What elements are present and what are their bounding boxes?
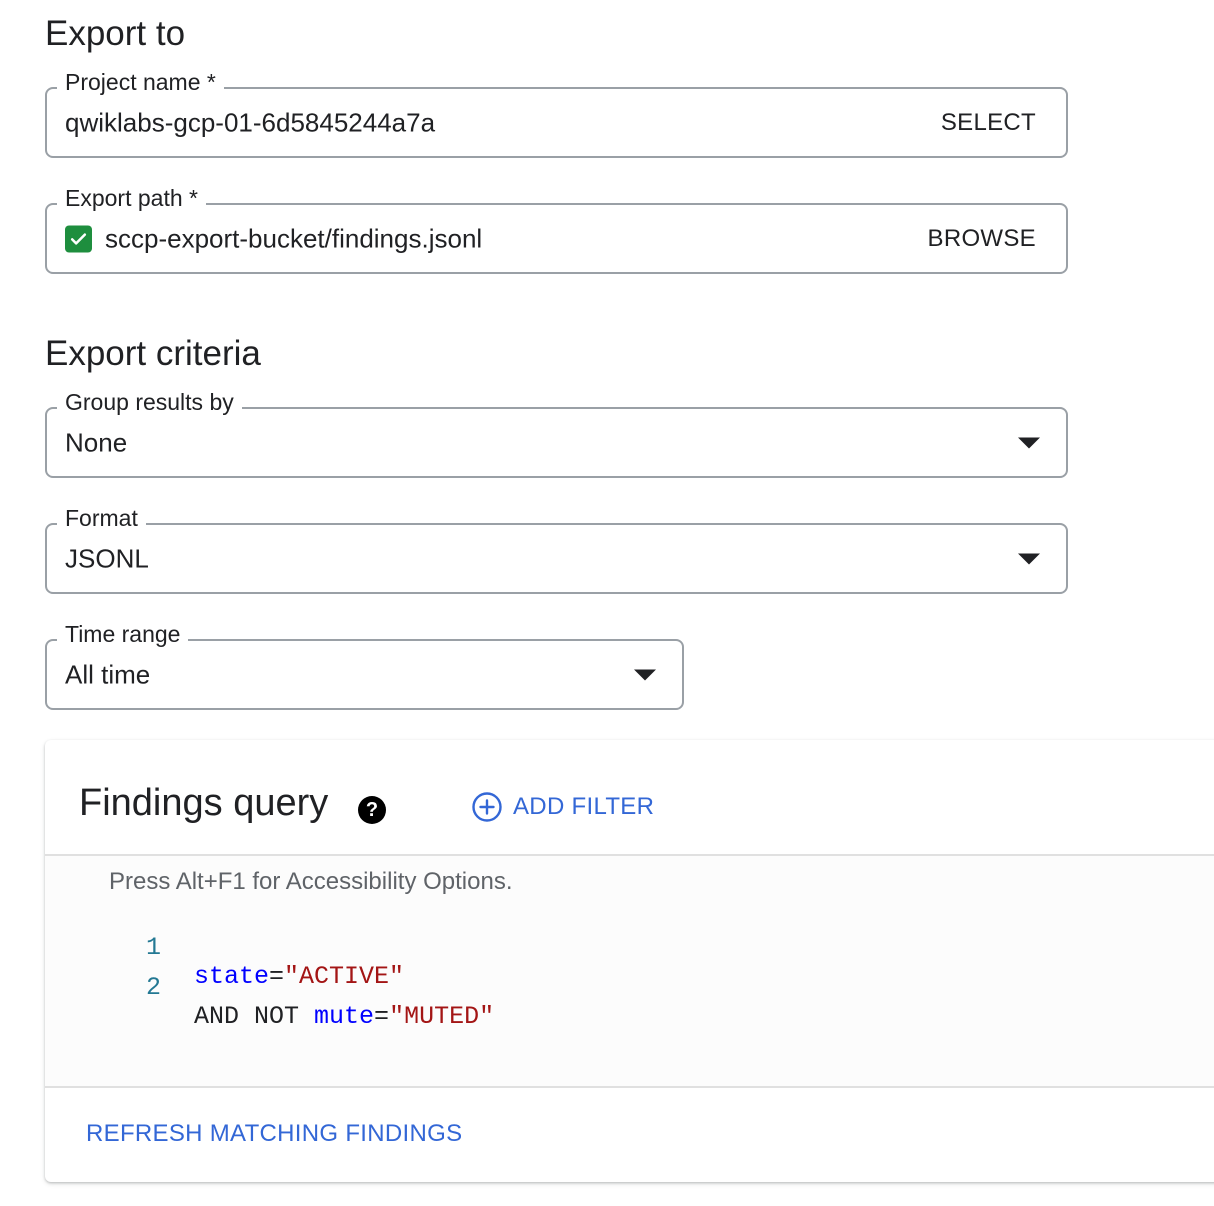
check-icon (65, 225, 92, 252)
add-circle-icon (472, 792, 502, 822)
time-range-select[interactable]: Time range All time (45, 619, 684, 710)
line-number: 2 (145, 973, 161, 1002)
export-path-field[interactable]: Export path * sccp-export-bucket/finding… (45, 183, 1068, 274)
dropdown-arrow-icon[interactable] (1018, 437, 1040, 448)
accessibility-hint: Press Alt+F1 for Accessibility Options. (109, 868, 513, 895)
code-field: mute (314, 1002, 375, 1031)
project-name-field[interactable]: Project name * qwiklabs-gcp-01-6d5845244… (45, 67, 1068, 158)
code-keyword: AND NOT (194, 1002, 315, 1031)
add-filter-label: ADD FILTER (513, 793, 655, 820)
code-operator: = (374, 1002, 390, 1031)
findings-query-card: Findings query ? ADD FILTER Press Alt+F1… (45, 740, 1214, 1182)
divider (45, 1086, 1214, 1088)
dropdown-arrow-icon[interactable] (1018, 553, 1040, 564)
format-value: JSONL (65, 543, 149, 573)
help-circle-icon[interactable]: ? (358, 796, 386, 824)
group-results-by-select[interactable]: Group results by None (45, 387, 1068, 478)
query-editor[interactable]: Press Alt+F1 for Accessibility Options. … (45, 856, 1214, 1086)
group-results-by-label: Group results by (57, 387, 242, 417)
time-range-label: Time range (57, 619, 189, 649)
refresh-matching-findings-button[interactable]: REFRESH MATCHING FINDINGS (86, 1120, 462, 1148)
group-results-by-value: None (65, 427, 128, 457)
browse-button[interactable]: BROWSE (928, 225, 1036, 253)
export-path-value[interactable]: sccp-export-bucket/findings.jsonl (105, 223, 482, 254)
add-filter-button[interactable]: ADD FILTER (471, 790, 654, 824)
format-label: Format (57, 503, 146, 533)
project-name-value[interactable]: qwiklabs-gcp-01-6d5845244a7a (65, 107, 435, 138)
code-text[interactable]: AND NOT mute="MUTED" (194, 1002, 494, 1031)
format-select[interactable]: Format JSONL (45, 503, 1068, 594)
dropdown-arrow-icon[interactable] (634, 669, 656, 680)
project-name-label: Project name * (57, 67, 224, 97)
export-path-label: Export path * (57, 183, 206, 213)
findings-query-title: Findings query (79, 782, 329, 824)
export-to-heading: Export to (45, 14, 186, 53)
code-line[interactable]: 2 AND NOT mute="MUTED" (45, 944, 1214, 1031)
select-project-button[interactable]: SELECT (941, 109, 1036, 137)
code-string: "MUTED" (389, 1002, 495, 1031)
export-criteria-heading: Export criteria (45, 334, 261, 373)
code-line[interactable]: 1 state="ACTIVE" (45, 904, 1214, 991)
time-range-value: All time (65, 659, 151, 689)
